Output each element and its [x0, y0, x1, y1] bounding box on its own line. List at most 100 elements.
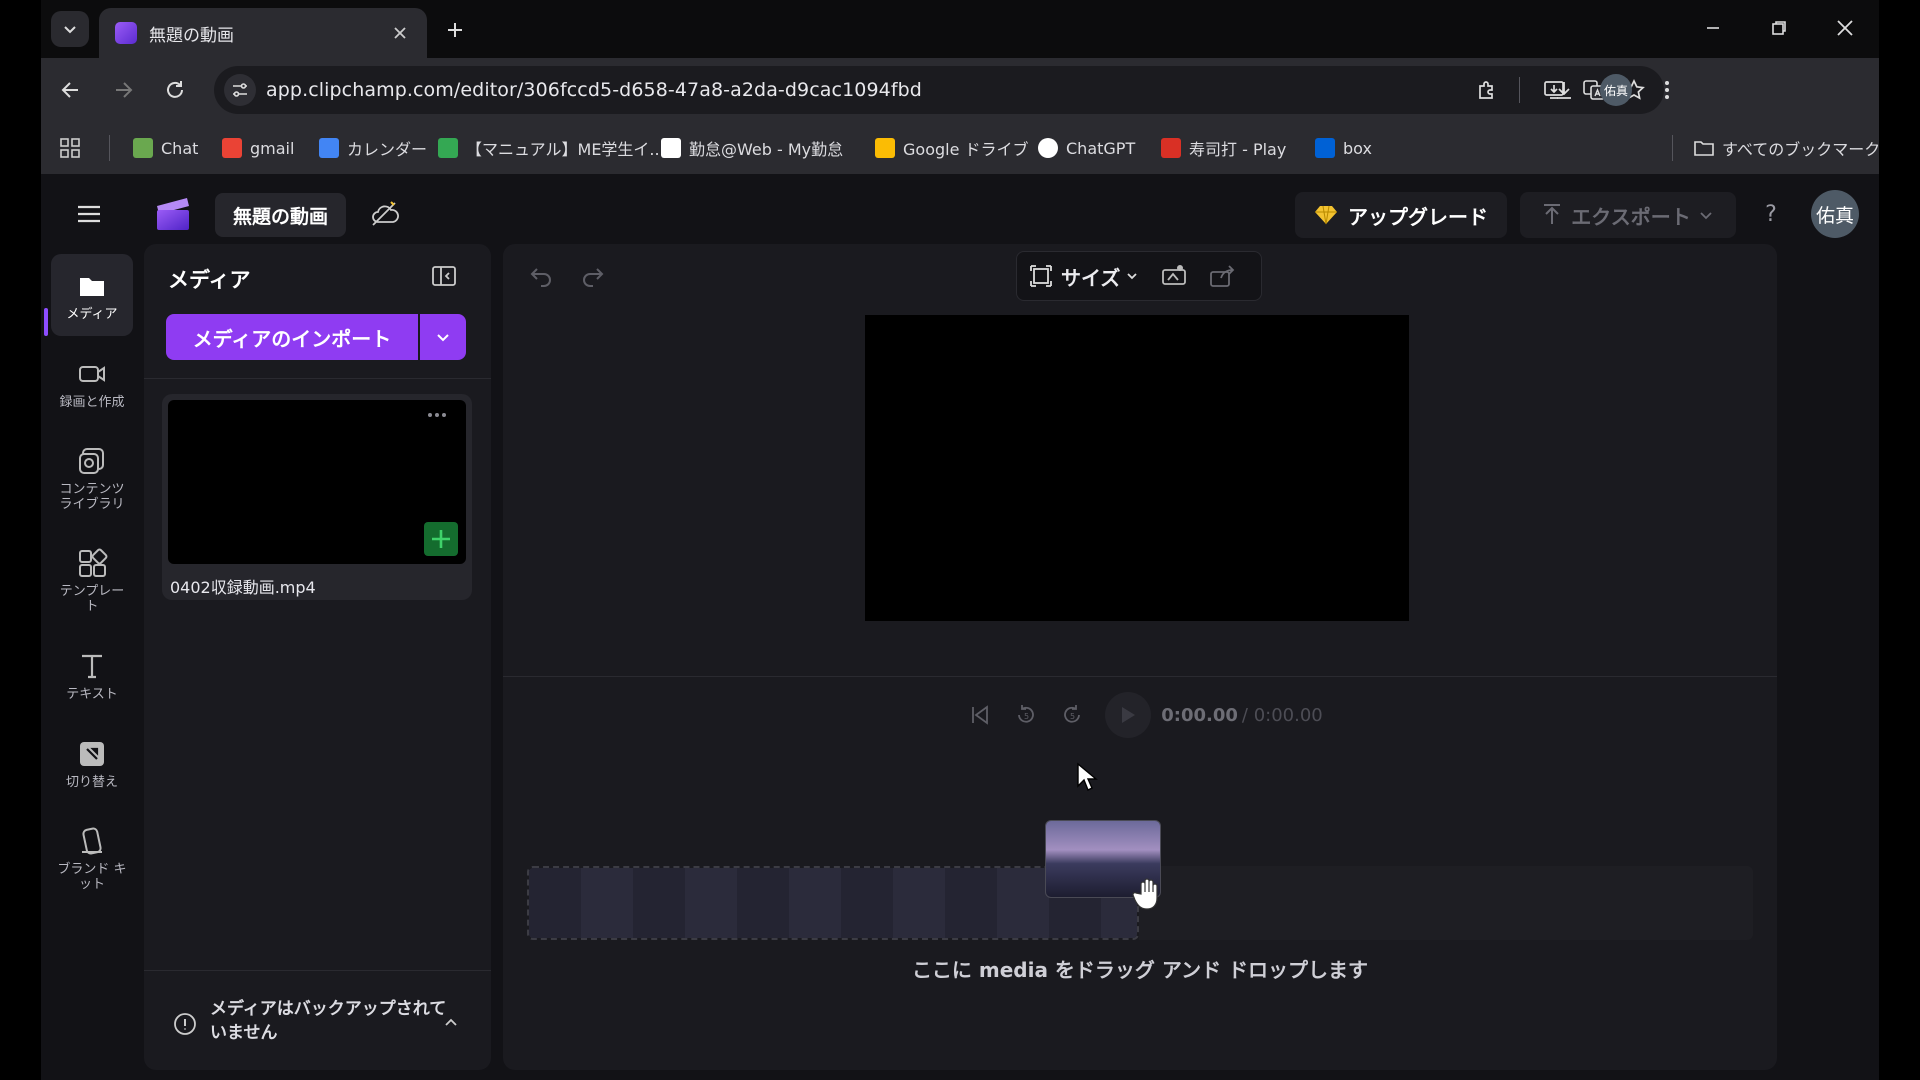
- crop-frame-icon: [1030, 265, 1052, 287]
- bookmark-kintai[interactable]: 勤怠@Web - My勤怠: [653, 131, 851, 165]
- bookmark-label: すべてのブックマーク: [1722, 140, 1881, 159]
- tab-strip: 無題の動画: [41, 0, 1879, 58]
- browser-toolbar: app.clipchamp.com/editor/306fccd5-d658-4…: [41, 58, 1879, 122]
- forward-5s-button[interactable]: 5: [1055, 698, 1089, 732]
- info-icon: [172, 1011, 198, 1037]
- undo-button[interactable]: [523, 258, 559, 294]
- bookmark-chat[interactable]: Chat: [125, 131, 206, 165]
- rail-item-content-library[interactable]: コンテンツ ライブラリ: [51, 430, 133, 526]
- bookmark-calendar[interactable]: カレンダー: [311, 131, 435, 165]
- window-close-button[interactable]: [1816, 8, 1874, 48]
- rail-item-text[interactable]: テキスト: [51, 634, 133, 716]
- bookmark-label: 勤怠@Web - My勤怠: [689, 140, 844, 159]
- extensions-button[interactable]: [1467, 70, 1507, 110]
- play-button[interactable]: [1105, 692, 1152, 738]
- plus-icon: [432, 530, 450, 548]
- upgrade-label: アップグレード: [1348, 204, 1488, 229]
- minimize-icon: [1707, 27, 1719, 29]
- share-preview-button[interactable]: [1204, 258, 1240, 294]
- help-button[interactable]: ?: [1753, 196, 1789, 232]
- window-restore-button[interactable]: [1750, 8, 1808, 48]
- import-media-dropdown[interactable]: [420, 314, 466, 360]
- address-bar[interactable]: app.clipchamp.com/editor/306fccd5-d658-4…: [214, 66, 1664, 114]
- apps-grid-button[interactable]: [55, 133, 85, 163]
- redo-button[interactable]: [575, 258, 611, 294]
- current-time: 0:00.00: [1161, 704, 1238, 726]
- url-text[interactable]: app.clipchamp.com/editor/306fccd5-d658-4…: [266, 79, 1534, 101]
- add-to-timeline-button[interactable]: [424, 522, 458, 556]
- background-color-button[interactable]: [1156, 258, 1192, 294]
- rewind-5s-button[interactable]: 5: [1009, 698, 1043, 732]
- export-label: エクスポート: [1571, 204, 1691, 229]
- expand-button[interactable]: [440, 1011, 462, 1033]
- active-indicator: [44, 308, 48, 336]
- browser-menu-button[interactable]: [1647, 70, 1687, 110]
- transition-icon: [80, 741, 104, 766]
- bookmark-google-drive[interactable]: Google ドライブ: [867, 131, 1037, 165]
- rail-label: 録画と作成: [59, 394, 125, 410]
- media-filename: 0402収録動画.mp4: [170, 578, 316, 597]
- restore-icon: [1772, 21, 1786, 35]
- brand-kit-icon: [82, 827, 102, 855]
- video-preview-canvas[interactable]: [865, 315, 1409, 621]
- chevron-down-icon: [437, 334, 449, 342]
- clipchamp-app: 無題の動画 アップグレード エクスポート ? 佑真 メディア 録画と作成 コンテ…: [41, 174, 1879, 1080]
- arrow-right-icon: [116, 82, 133, 98]
- media-item-card[interactable]: 0402収録動画.mp4: [162, 394, 472, 600]
- media-more-button[interactable]: [422, 404, 452, 426]
- user-avatar[interactable]: 佑真: [1811, 190, 1859, 238]
- chevron-down-icon: [1127, 273, 1138, 280]
- project-title[interactable]: 無題の動画: [215, 193, 347, 237]
- svg-text:5: 5: [1070, 712, 1075, 721]
- rail-item-transitions[interactable]: 切り替え: [51, 722, 133, 804]
- openai-icon: [1038, 138, 1058, 158]
- bookmark-sushida[interactable]: 寿司打 - Play: [1153, 131, 1294, 165]
- tab-search-button[interactable]: [51, 11, 89, 47]
- redo-icon: [583, 268, 604, 287]
- video-camera-icon: [79, 365, 105, 382]
- menu-button[interactable]: [69, 194, 109, 234]
- forward-button[interactable]: [103, 70, 143, 110]
- rail-item-record-create[interactable]: 録画と作成: [51, 342, 133, 424]
- back-button[interactable]: [51, 70, 91, 110]
- box-icon: [1315, 138, 1335, 158]
- skip-to-start-button[interactable]: [963, 698, 997, 732]
- skip-back-icon: [972, 705, 989, 725]
- tab-active[interactable]: 無題の動画: [99, 8, 427, 58]
- bookmark-box[interactable]: box: [1307, 131, 1380, 165]
- backup-notice[interactable]: メディアはバックアップされていません: [144, 970, 491, 1070]
- upgrade-button[interactable]: アップグレード: [1295, 192, 1507, 238]
- chat-icon: [133, 138, 153, 158]
- content-library-icon: [79, 448, 104, 474]
- bookmark-manual[interactable]: 【マニュアル】ME学生イ...: [430, 131, 673, 165]
- play-icon: [1122, 707, 1136, 723]
- svg-text:5: 5: [1024, 712, 1029, 721]
- bookmarks-divider: [1672, 135, 1673, 161]
- site-info-button[interactable]: [224, 74, 256, 106]
- reload-button[interactable]: [155, 70, 195, 110]
- rail-item-media[interactable]: メディア: [51, 254, 133, 336]
- chevron-down-icon: [1700, 212, 1712, 220]
- aspect-ratio-button[interactable]: サイズ: [1029, 262, 1138, 291]
- bookmarks-bar: Chat gmail カレンダー 【マニュアル】ME学生イ... 勤怠@Web …: [41, 122, 1880, 174]
- all-bookmarks[interactable]: すべてのブックマーク: [1686, 131, 1888, 165]
- download-icon: [1557, 82, 1571, 99]
- export-button[interactable]: エクスポート: [1520, 192, 1736, 238]
- backup-status-button[interactable]: [367, 196, 403, 232]
- rail-item-brand-kit[interactable]: ブランド キット: [51, 810, 133, 906]
- timeline-track[interactable]: [1139, 866, 1753, 940]
- window-minimize-button[interactable]: [1684, 8, 1742, 48]
- new-tab-button[interactable]: [439, 14, 471, 46]
- bookmark-label: 【マニュアル】ME学生イ...: [466, 140, 665, 159]
- downloads-button[interactable]: [1544, 70, 1584, 110]
- bookmark-chatgpt[interactable]: ChatGPT: [1030, 131, 1143, 165]
- bookmark-gmail[interactable]: gmail: [214, 131, 302, 165]
- diamond-icon: [1315, 205, 1337, 225]
- arrow-cursor-icon: [1076, 762, 1098, 792]
- apps-grid-icon: [60, 138, 80, 158]
- tab-close-button[interactable]: [387, 20, 413, 46]
- collapse-panel-button[interactable]: [426, 258, 462, 294]
- profile-button[interactable]: 佑真: [1596, 70, 1636, 110]
- import-media-button[interactable]: メディアのインポート: [166, 314, 418, 360]
- rail-item-templates[interactable]: テンプレー ト: [51, 532, 133, 628]
